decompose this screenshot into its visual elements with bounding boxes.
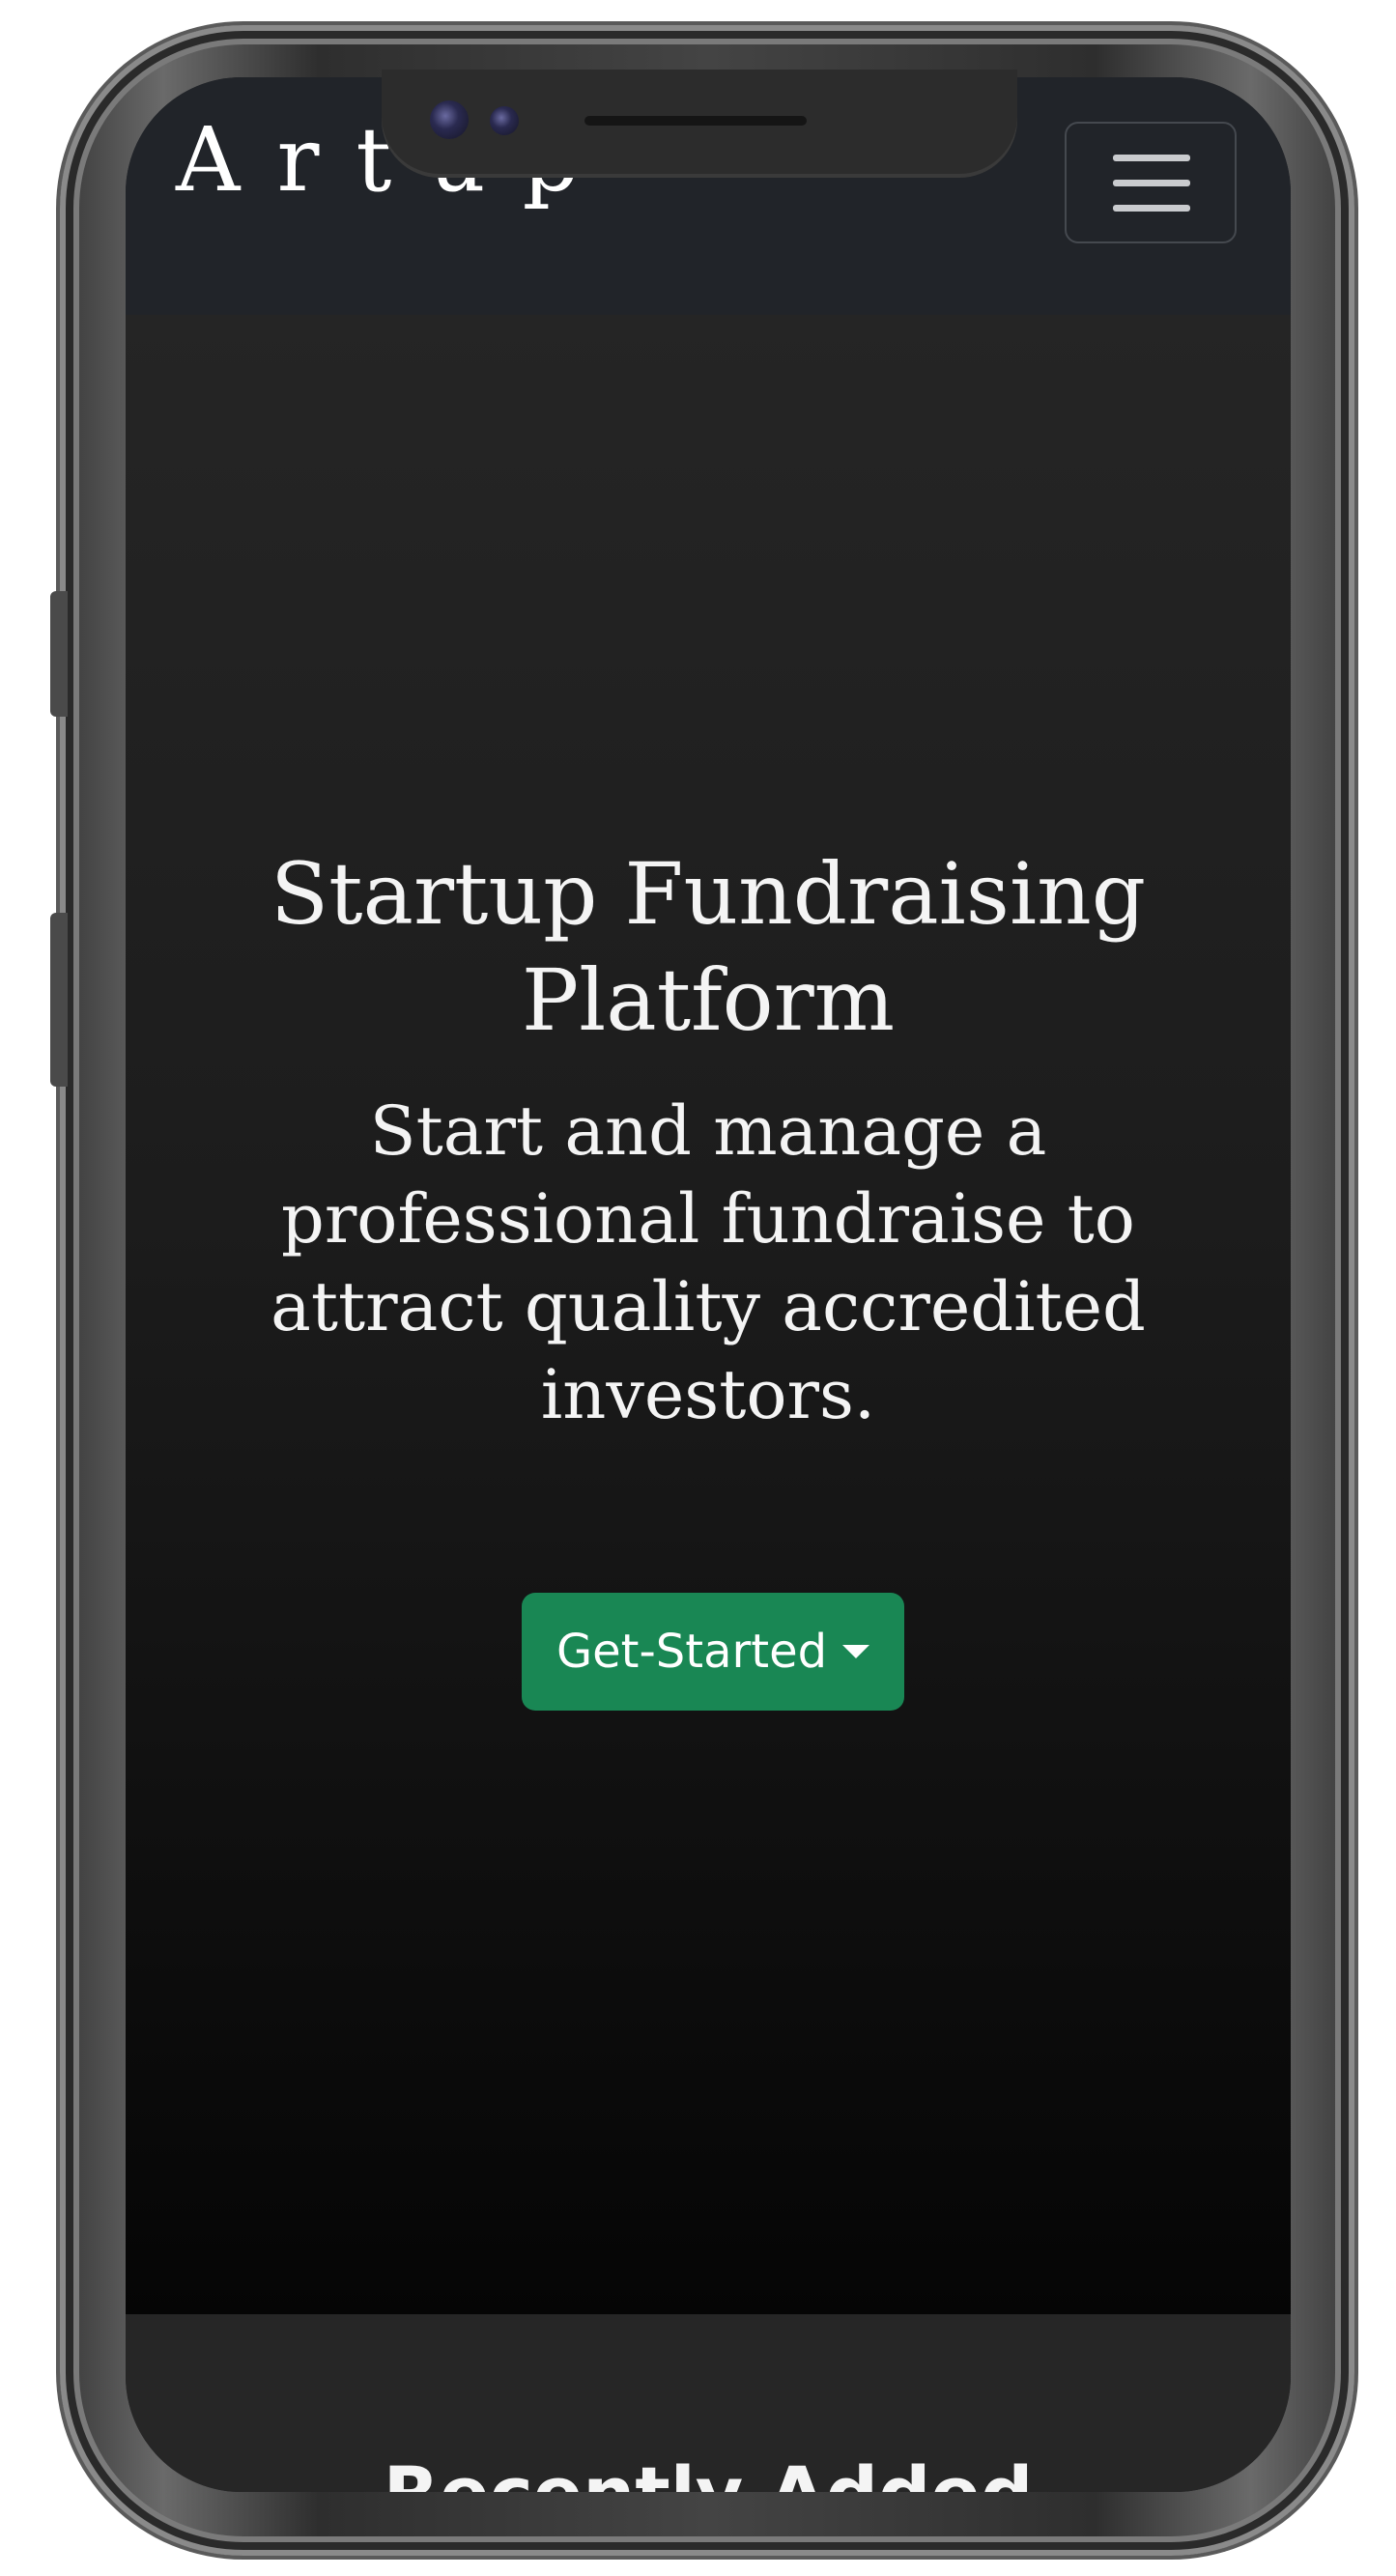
menu-toggle-button[interactable] xyxy=(1065,122,1237,243)
phone-notch xyxy=(382,70,1017,178)
phone-screen: Artup Startup Fundraising Platform Start… xyxy=(126,77,1291,2492)
get-started-label: Get-Started xyxy=(556,1625,828,1679)
hamburger-icon xyxy=(1113,180,1190,186)
phone-side-button xyxy=(50,913,68,1087)
sensor-icon xyxy=(490,106,519,135)
speaker-grille xyxy=(584,116,807,126)
section-title: Recently Added xyxy=(126,2457,1291,2493)
recently-added-section: Recently Added xyxy=(126,2314,1291,2492)
hero-title: Startup Fundraising Platform xyxy=(270,844,1147,1050)
hero-subtitle: Start and manage a professional fundrais… xyxy=(271,1091,1146,1434)
get-started-dropdown-button[interactable]: Get-Started xyxy=(522,1593,904,1711)
caret-down-icon xyxy=(842,1645,870,1658)
phone-side-button xyxy=(50,591,68,717)
hamburger-icon xyxy=(1113,155,1190,161)
hamburger-icon xyxy=(1113,205,1190,212)
camera-icon xyxy=(430,100,469,139)
hero-section: Startup Fundraising Platform Start and m… xyxy=(126,315,1291,2314)
